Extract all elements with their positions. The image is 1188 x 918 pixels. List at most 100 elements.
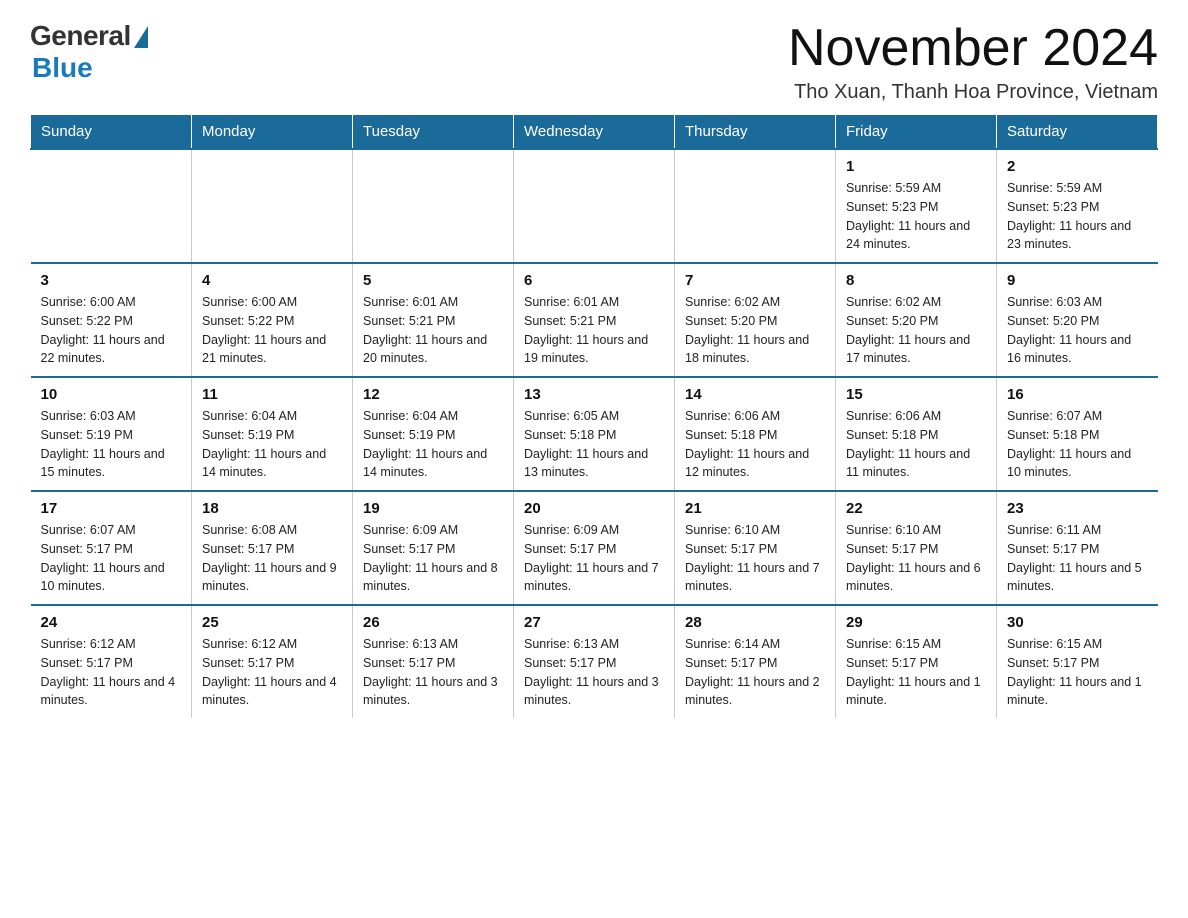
day-info: Sunrise: 6:12 AMSunset: 5:17 PMDaylight:… [41,635,182,710]
day-number: 24 [41,614,182,631]
day-info: Sunrise: 6:07 AMSunset: 5:18 PMDaylight:… [1007,407,1148,482]
calendar-cell: 21 Sunrise: 6:10 AMSunset: 5:17 PMDayligh… [675,491,836,605]
day-number: 19 [363,500,503,517]
day-number: 14 [685,386,825,403]
day-number: 3 [41,272,182,289]
day-number: 20 [524,500,664,517]
calendar-week-row: 17 Sunrise: 6:07 AMSunset: 5:17 PMDayligh… [31,491,1158,605]
day-info: Sunrise: 6:02 AMSunset: 5:20 PMDaylight:… [846,293,986,368]
calendar-cell: 2Sunrise: 5:59 AMSunset: 5:23 PMDaylight… [997,149,1158,263]
logo-arrow-icon [134,26,148,48]
day-number: 30 [1007,614,1148,631]
calendar-cell: 1Sunrise: 5:59 AMSunset: 5:23 PMDaylight… [836,149,997,263]
calendar-cell: 30 Sunrise: 6:15 AMSunset: 5:17 PMDayligh… [997,605,1158,718]
day-info: Sunrise: 6:03 AMSunset: 5:20 PMDaylight:… [1007,293,1148,368]
column-header-wednesday: Wednesday [514,115,675,150]
calendar-cell: 23 Sunrise: 6:11 AMSunset: 5:17 PMDayligh… [997,491,1158,605]
day-info: Sunrise: 6:07 AMSunset: 5:17 PMDaylight:… [41,521,182,596]
day-info: Sunrise: 6:06 AMSunset: 5:18 PMDaylight:… [846,407,986,482]
logo: General Blue [30,20,148,84]
column-header-friday: Friday [836,115,997,150]
calendar-cell: 28 Sunrise: 6:14 AMSunset: 5:17 PMDayligh… [675,605,836,718]
day-info: Sunrise: 6:09 AMSunset: 5:17 PMDaylight:… [524,521,664,596]
day-info: Sunrise: 5:59 AMSunset: 5:23 PMDaylight:… [1007,179,1148,254]
day-number: 28 [685,614,825,631]
day-number: 17 [41,500,182,517]
calendar-cell: 18 Sunrise: 6:08 AMSunset: 5:17 PMDayligh… [192,491,353,605]
day-number: 16 [1007,386,1148,403]
day-info: Sunrise: 6:10 AMSunset: 5:17 PMDaylight:… [846,521,986,596]
calendar-cell: 11 Sunrise: 6:04 AMSunset: 5:19 PMDayligh… [192,377,353,491]
calendar-cell: 7Sunrise: 6:02 AMSunset: 5:20 PMDaylight… [675,263,836,377]
calendar-cell: 12Sunrise: 6:04 AMSunset: 5:19 PMDayligh… [353,377,514,491]
calendar-cell: 26 Sunrise: 6:13 AMSunset: 5:17 PMDayligh… [353,605,514,718]
day-info: Sunrise: 6:15 AMSunset: 5:17 PMDaylight:… [1007,635,1148,710]
calendar-cell: 9Sunrise: 6:03 AMSunset: 5:20 PMDaylight… [997,263,1158,377]
calendar-cell: 25 Sunrise: 6:12 AMSunset: 5:17 PMDayligh… [192,605,353,718]
day-number: 25 [202,614,342,631]
day-info: Sunrise: 6:01 AMSunset: 5:21 PMDaylight:… [524,293,664,368]
calendar-cell: 5 Sunrise: 6:01 AMSunset: 5:21 PMDaylight… [353,263,514,377]
column-header-monday: Monday [192,115,353,150]
calendar-cell: 3 Sunrise: 6:00 AMSunset: 5:22 PMDaylight… [31,263,192,377]
calendar-cell: 29 Sunrise: 6:15 AMSunset: 5:17 PMDayligh… [836,605,997,718]
calendar-cell: 22 Sunrise: 6:10 AMSunset: 5:17 PMDayligh… [836,491,997,605]
column-header-thursday: Thursday [675,115,836,150]
calendar-cell: 20 Sunrise: 6:09 AMSunset: 5:17 PMDayligh… [514,491,675,605]
day-info: Sunrise: 6:06 AMSunset: 5:18 PMDaylight:… [685,407,825,482]
calendar-cell [353,149,514,263]
calendar-cell: 10 Sunrise: 6:03 AMSunset: 5:19 PMDayligh… [31,377,192,491]
day-info: Sunrise: 6:03 AMSunset: 5:19 PMDaylight:… [41,407,182,482]
day-info: Sunrise: 6:13 AMSunset: 5:17 PMDaylight:… [524,635,664,710]
title-block: November 2024 Tho Xuan, Thanh Hoa Provin… [788,20,1158,104]
day-number: 26 [363,614,503,631]
day-info: Sunrise: 6:09 AMSunset: 5:17 PMDaylight:… [363,521,503,596]
day-number: 5 [363,272,503,289]
calendar-cell: 6 Sunrise: 6:01 AMSunset: 5:21 PMDaylight… [514,263,675,377]
page-header: General Blue November 2024 Tho Xuan, Tha… [30,20,1158,104]
day-number: 10 [41,386,182,403]
day-number: 18 [202,500,342,517]
calendar-cell: 16 Sunrise: 6:07 AMSunset: 5:18 PMDayligh… [997,377,1158,491]
calendar-cell: 8 Sunrise: 6:02 AMSunset: 5:20 PMDaylight… [836,263,997,377]
day-number: 11 [202,386,342,403]
day-number: 8 [846,272,986,289]
day-info: Sunrise: 6:10 AMSunset: 5:17 PMDaylight:… [685,521,825,596]
day-number: 13 [524,386,664,403]
calendar-week-row: 1Sunrise: 5:59 AMSunset: 5:23 PMDaylight… [31,149,1158,263]
calendar-cell: 14 Sunrise: 6:06 AMSunset: 5:18 PMDayligh… [675,377,836,491]
day-info: Sunrise: 6:15 AMSunset: 5:17 PMDaylight:… [846,635,986,710]
calendar-cell: 27Sunrise: 6:13 AMSunset: 5:17 PMDayligh… [514,605,675,718]
day-info: Sunrise: 6:14 AMSunset: 5:17 PMDaylight:… [685,635,825,710]
column-header-saturday: Saturday [997,115,1158,150]
calendar-cell: 19 Sunrise: 6:09 AMSunset: 5:17 PMDayligh… [353,491,514,605]
day-info: Sunrise: 6:00 AMSunset: 5:22 PMDaylight:… [41,293,182,368]
day-info: Sunrise: 6:11 AMSunset: 5:17 PMDaylight:… [1007,521,1148,596]
day-info: Sunrise: 6:13 AMSunset: 5:17 PMDaylight:… [363,635,503,710]
calendar-cell [192,149,353,263]
calendar-cell: 24 Sunrise: 6:12 AMSunset: 5:17 PMDayligh… [31,605,192,718]
day-info: Sunrise: 6:00 AMSunset: 5:22 PMDaylight:… [202,293,342,368]
column-header-sunday: Sunday [31,115,192,150]
calendar-week-row: 3 Sunrise: 6:00 AMSunset: 5:22 PMDaylight… [31,263,1158,377]
day-number: 15 [846,386,986,403]
calendar-week-row: 24 Sunrise: 6:12 AMSunset: 5:17 PMDayligh… [31,605,1158,718]
logo-general-text: General [30,20,131,52]
day-info: Sunrise: 6:08 AMSunset: 5:17 PMDaylight:… [202,521,342,596]
day-number: 22 [846,500,986,517]
calendar-week-row: 10 Sunrise: 6:03 AMSunset: 5:19 PMDayligh… [31,377,1158,491]
calendar-cell [675,149,836,263]
calendar-cell: 17 Sunrise: 6:07 AMSunset: 5:17 PMDayligh… [31,491,192,605]
day-info: Sunrise: 6:04 AMSunset: 5:19 PMDaylight:… [363,407,503,482]
month-year-title: November 2024 [788,20,1158,77]
day-info: Sunrise: 6:05 AMSunset: 5:18 PMDaylight:… [524,407,664,482]
day-number: 6 [524,272,664,289]
calendar-cell: 15 Sunrise: 6:06 AMSunset: 5:18 PMDayligh… [836,377,997,491]
day-number: 23 [1007,500,1148,517]
day-info: Sunrise: 6:04 AMSunset: 5:19 PMDaylight:… [202,407,342,482]
day-number: 21 [685,500,825,517]
day-info: Sunrise: 6:01 AMSunset: 5:21 PMDaylight:… [363,293,503,368]
day-info: Sunrise: 6:12 AMSunset: 5:17 PMDaylight:… [202,635,342,710]
day-number: 29 [846,614,986,631]
calendar-cell: 13 Sunrise: 6:05 AMSunset: 5:18 PMDayligh… [514,377,675,491]
